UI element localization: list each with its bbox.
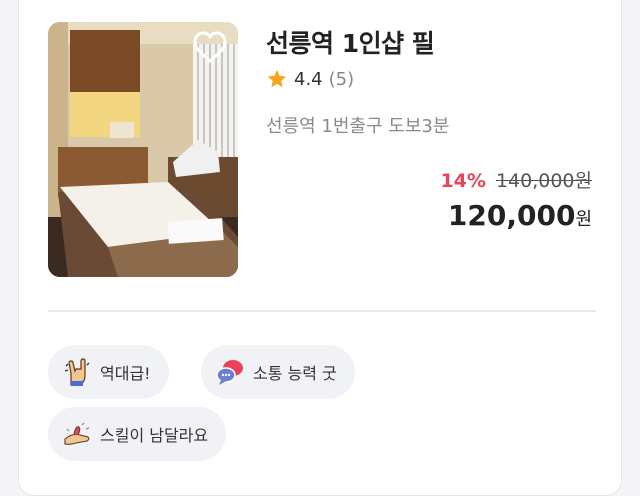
- product-image[interactable]: [48, 22, 238, 277]
- tag-label: 역대급!: [100, 364, 151, 383]
- tag-chip[interactable]: 역대급!: [48, 345, 169, 399]
- tag-chip[interactable]: 소통 능력 굿: [201, 345, 355, 399]
- favorite-heart-icon[interactable]: [192, 30, 228, 64]
- rock-hand-icon: [64, 358, 90, 386]
- price-unit: 원: [575, 209, 592, 230]
- tag-label: 스킬이 남달라요: [100, 426, 209, 445]
- sale-price: 120,000: [447, 199, 576, 232]
- product-title[interactable]: 선릉역 1인샵 필: [266, 24, 435, 60]
- rating-row: 4.4 (5): [266, 68, 354, 90]
- divider: [48, 310, 596, 312]
- discount-rate: 14%: [440, 170, 486, 192]
- review-count[interactable]: (5): [329, 69, 355, 90]
- rating-score: 4.4: [294, 68, 323, 90]
- chat-bubbles-icon: [216, 360, 243, 385]
- price-box: 14% 140,000원 120,000원: [440, 166, 592, 232]
- location-text: 선릉역 1번출구 도보3분: [266, 116, 450, 137]
- tag-label: 소통 능력 굿: [253, 364, 337, 383]
- original-price: 140,000원: [495, 170, 592, 192]
- massage-hand-icon: [64, 422, 90, 445]
- star-icon: [267, 69, 287, 88]
- tag-chip[interactable]: 스킬이 남달라요: [48, 407, 227, 461]
